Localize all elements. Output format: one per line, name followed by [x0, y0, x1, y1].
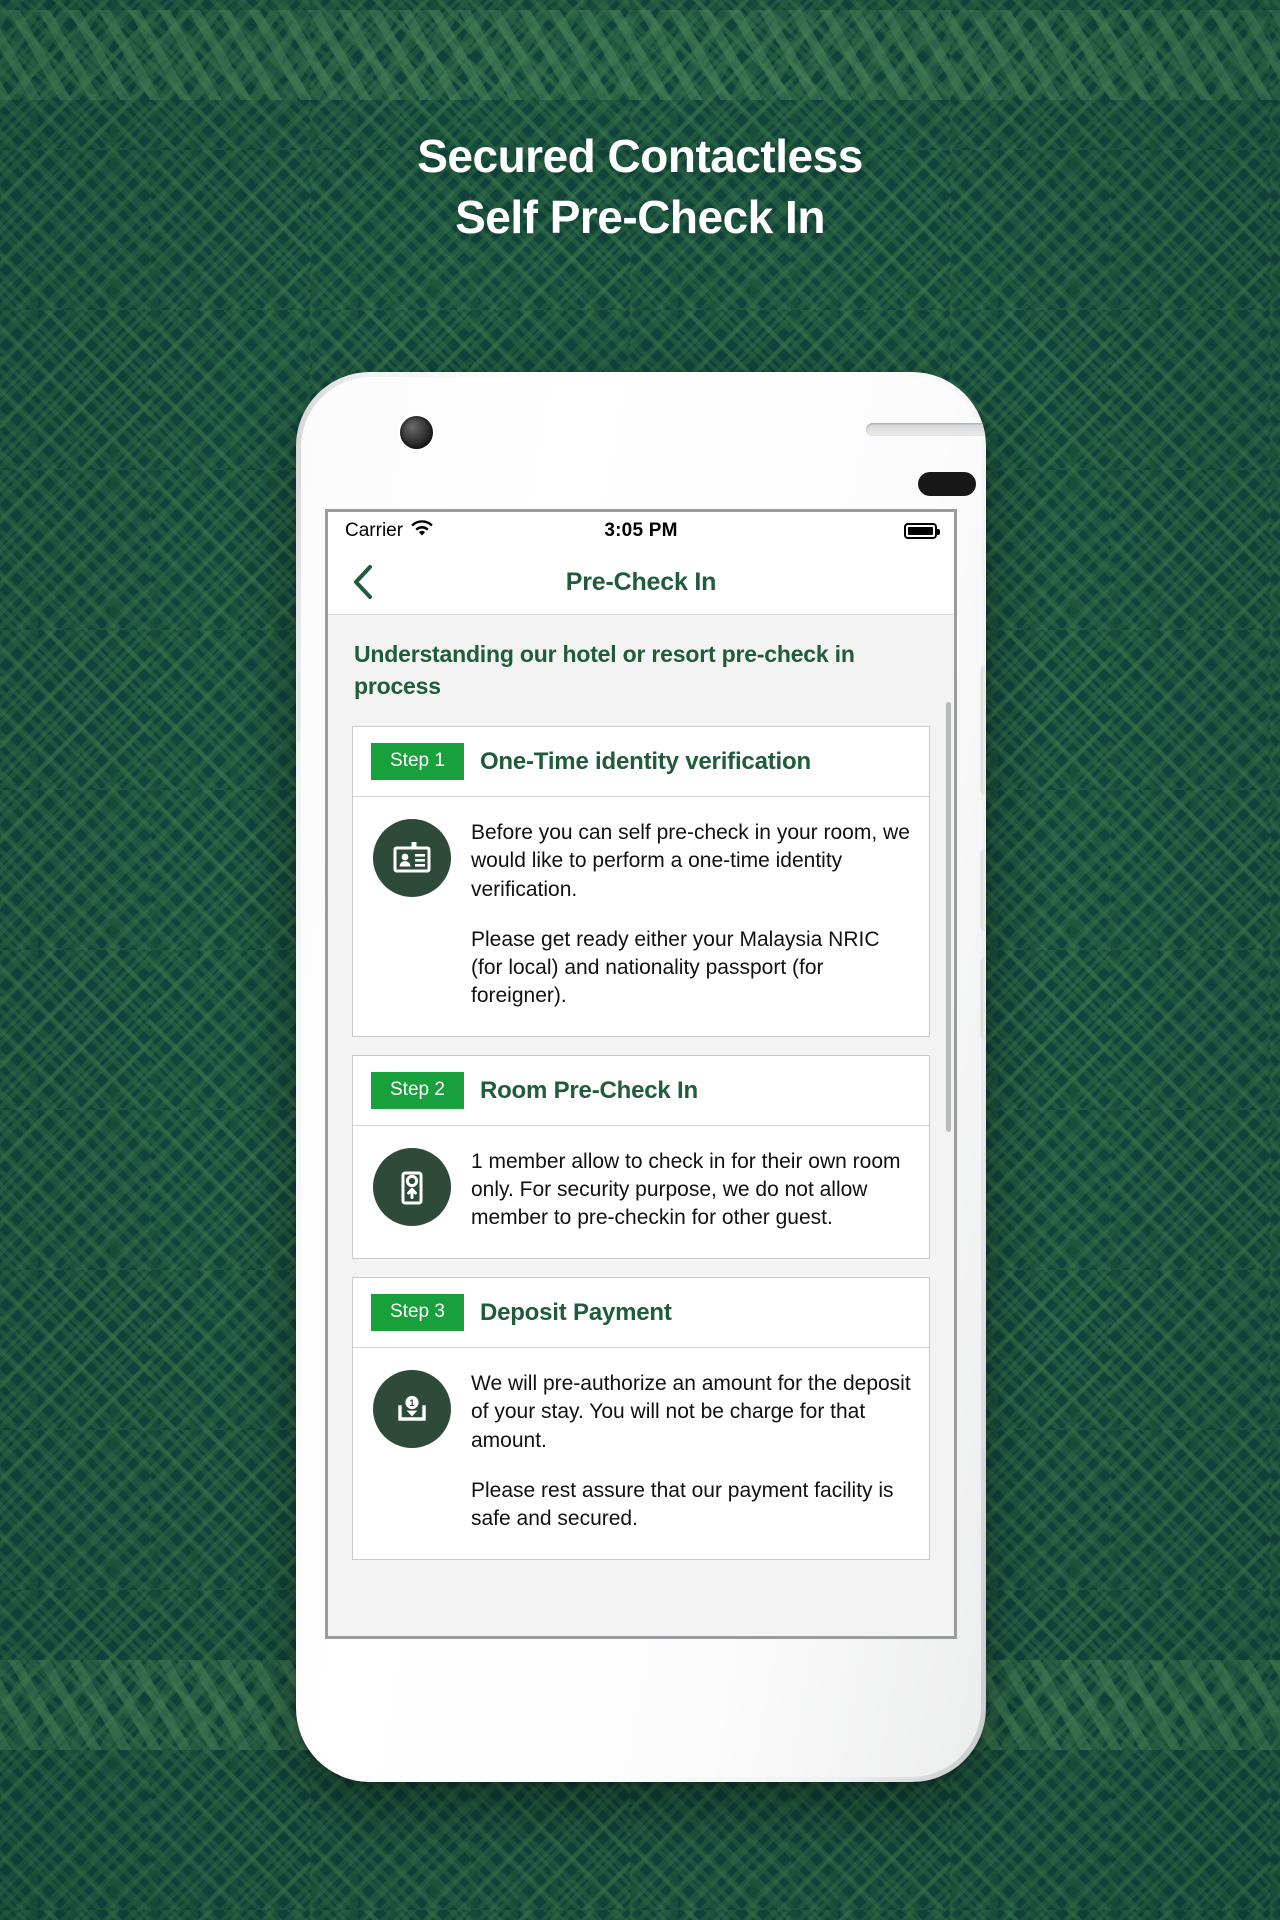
- screen-content: Understanding our hotel or resort pre-ch…: [328, 615, 954, 1636]
- wifi-icon: [411, 519, 433, 543]
- step-2-paragraph-1: 1 member allow to check in for their own…: [471, 1150, 901, 1230]
- volume-down-button[interactable]: [982, 958, 986, 1038]
- status-bar-left: Carrier: [345, 519, 604, 543]
- step-card-3-header: Step 3 Deposit Payment: [353, 1278, 929, 1349]
- step-title-1: One-Time identity verification: [479, 747, 811, 775]
- step-card-1-body: Before you can self pre-check in your ro…: [353, 797, 929, 1036]
- phone-screen: Carrier 3:05 PM Pre-Check In Understandi…: [325, 509, 957, 1639]
- headline-line-2: Self Pre-Check In: [455, 190, 825, 243]
- carrier-label: Carrier: [345, 520, 404, 541]
- step-text-1: Before you can self pre-check in your ro…: [471, 819, 911, 1010]
- power-button[interactable]: [982, 666, 986, 794]
- intro-heading: Understanding our hotel or resort pre-ch…: [354, 641, 855, 699]
- chevron-left-icon: [354, 565, 372, 599]
- page-title: Pre-Check In: [565, 567, 717, 596]
- deposit-coin-icon: 1: [373, 1370, 451, 1449]
- poster-headline: Secured Contactless Self Pre-Check In: [0, 126, 1280, 247]
- step-1-paragraph-2: Please get ready either your Malaysia NR…: [471, 927, 880, 1007]
- status-bar-clock: 3:05 PM: [604, 520, 678, 541]
- battery-full-icon: [904, 523, 940, 539]
- step-card-1-header: Step 1 One-Time identity verification: [353, 727, 929, 798]
- step-badge-2: Step 2: [371, 1072, 464, 1109]
- step-card-2-body: 1 member allow to check in for their own…: [353, 1126, 929, 1258]
- step-card-1[interactable]: Step 1 One-Time identity verification Be…: [352, 726, 930, 1038]
- step-1-paragraph-1: Before you can self pre-check in your ro…: [471, 821, 910, 901]
- status-bar-right: [678, 523, 940, 539]
- step-text-3: We will pre-authorize an amount for the …: [471, 1370, 911, 1533]
- step-card-2-header: Step 2 Room Pre-Check In: [353, 1056, 929, 1126]
- step-title-2: Room Pre-Check In: [479, 1076, 698, 1104]
- door-hanger-icon: [373, 1148, 451, 1226]
- step-card-2[interactable]: Step 2 Room Pre-Check In 1 member allow …: [352, 1055, 930, 1260]
- content-scrollbar[interactable]: [946, 702, 951, 1132]
- back-button[interactable]: [342, 561, 384, 603]
- headline-line-1: Secured Contactless: [417, 130, 863, 182]
- proximity-sensor: [918, 472, 976, 496]
- step-badge-3: Step 3: [371, 1294, 464, 1332]
- svg-text:1: 1: [409, 1398, 414, 1408]
- phone-mockup: Carrier 3:05 PM Pre-Check In Understandi…: [296, 372, 986, 1782]
- status-bar: Carrier 3:05 PM: [328, 512, 954, 550]
- earpiece-speaker: [866, 423, 986, 436]
- step-card-3[interactable]: Step 3 Deposit Payment 1 We will pre-aut…: [352, 1277, 930, 1560]
- front-camera-icon: [400, 416, 433, 449]
- step-card-3-body: 1 We will pre-authorize an amount for th…: [353, 1348, 929, 1559]
- id-card-icon: [373, 819, 451, 898]
- navigation-bar: Pre-Check In: [328, 550, 954, 615]
- step-text-2: 1 member allow to check in for their own…: [471, 1148, 911, 1232]
- step-title-3: Deposit Payment: [479, 1298, 672, 1326]
- step-3-paragraph-1: We will pre-authorize an amount for the …: [471, 1372, 911, 1452]
- volume-up-button[interactable]: [982, 850, 986, 930]
- silent-switch[interactable]: [296, 672, 300, 742]
- step-badge-1: Step 1: [371, 743, 464, 781]
- step-3-paragraph-2: Please rest assure that our payment faci…: [471, 1478, 894, 1530]
